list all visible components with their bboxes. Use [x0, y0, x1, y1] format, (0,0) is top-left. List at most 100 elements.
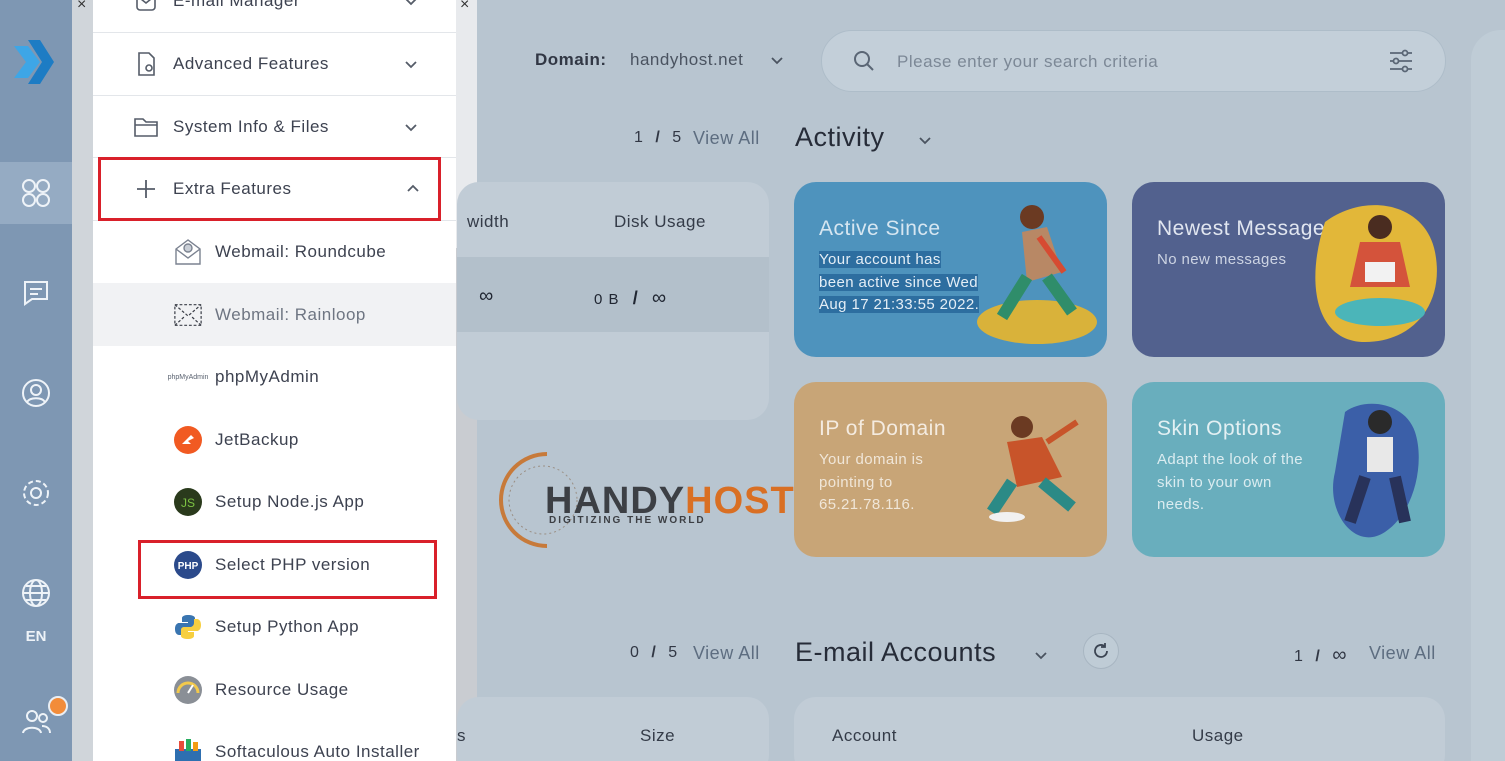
menu-item-label: Softaculous Auto Installer: [215, 742, 420, 761]
phpmyadmin-icon-text: phpMyAdmin: [167, 373, 209, 381]
usage-counter: 1 / 5: [634, 129, 682, 147]
email-counter: 1 / ∞: [1294, 644, 1348, 667]
brand-tagline: DIGITIZING THE WORLD: [549, 515, 706, 526]
menu-item-softaculous[interactable]: Softaculous Auto Installer: [93, 721, 456, 761]
folder-icon: [133, 114, 159, 140]
menu-item-phpmyadmin[interactable]: phpMyAdmin phpMyAdmin: [93, 346, 456, 408]
phone-user-illustration-icon: [1333, 403, 1419, 538]
advanced-file-icon: [133, 51, 159, 77]
jetbackup-icon: [173, 425, 203, 455]
close-x-icon[interactable]: ×: [77, 0, 86, 14]
col-account: Account: [832, 726, 897, 745]
notification-badge: [48, 696, 68, 716]
tile-title: Skin Options: [1157, 417, 1283, 440]
menu-item-webmail-roundcube[interactable]: Webmail: Roundcube: [93, 221, 456, 283]
usage-counter-total: 5: [672, 129, 683, 146]
mail-manager-icon: [133, 0, 159, 14]
tile-newest-message[interactable]: Newest Message No new messages: [1132, 182, 1445, 357]
chevron-down-icon[interactable]: [917, 132, 933, 148]
menu-item-label: Setup Python App: [215, 617, 360, 636]
domain-select[interactable]: handyhost.net: [630, 50, 743, 70]
databases-view-all-link[interactable]: View All: [693, 643, 760, 664]
roundcube-icon: [173, 237, 203, 267]
chevron-down-icon[interactable]: [769, 52, 785, 68]
language-code[interactable]: EN: [0, 628, 72, 645]
menu-item-setup-python[interactable]: Setup Python App: [93, 596, 456, 658]
python-icon: [173, 612, 203, 642]
tile-body-line: 65.21.78.116.: [819, 496, 915, 513]
menu-item-resource-usage[interactable]: Resource Usage: [93, 658, 456, 721]
pointing-person-illustration-icon: [987, 416, 1079, 522]
disk-limit: ∞: [651, 287, 668, 309]
highlight-select-php-version: [138, 540, 437, 599]
menu-item-jetbackup[interactable]: JetBackup: [93, 408, 456, 471]
tile-body-line: Adapt the look of the: [1157, 451, 1303, 468]
menu-item-label: Resource Usage: [215, 679, 349, 699]
tile-body-line: skin to your own: [1157, 473, 1272, 491]
menu-gutter: ×: [72, 0, 93, 761]
search-icon: [854, 51, 874, 71]
app-logo-icon[interactable]: [10, 36, 56, 88]
rail-item-messages[interactable]: [0, 262, 72, 324]
rail-item-account[interactable]: [0, 362, 72, 424]
tile-body-line: Your account has: [819, 251, 941, 268]
refresh-button[interactable]: [1083, 633, 1119, 669]
menu-section-system-info[interactable]: System Info & Files: [93, 96, 456, 158]
nodejs-icon-text: JS: [181, 496, 195, 510]
reader-illustration-icon: [1315, 205, 1437, 342]
menu-item-setup-nodejs[interactable]: JS Setup Node.js App: [93, 471, 456, 533]
col-usage: Usage: [1192, 726, 1244, 745]
refresh-icon: [1094, 643, 1108, 658]
nodejs-icon: JS: [173, 487, 203, 517]
tile-ip-of-domain[interactable]: IP of Domain Your domain is pointing to …: [794, 382, 1107, 557]
search-input[interactable]: Please enter your search criteria: [897, 52, 1158, 72]
tile-body-line: been active since Wed: [819, 273, 979, 291]
brand-logo: HANDYHOST DIGITIZING THE WORLD: [487, 450, 794, 550]
softaculous-icon: [173, 737, 203, 761]
col-size: Size: [640, 726, 676, 745]
chevron-down-icon: [405, 61, 417, 69]
search-bar[interactable]: Please enter your search criteria: [821, 30, 1446, 92]
close-x-icon[interactable]: ×: [460, 0, 469, 14]
email-accounts-title[interactable]: E-mail Accounts: [795, 637, 996, 668]
usage-card: width Disk Usage ∞ 0 B / ∞: [457, 182, 769, 420]
rail-item-dashboard[interactable]: [0, 162, 72, 224]
message-icon: [24, 281, 48, 306]
gauge-icon: [173, 675, 203, 705]
right-panel-edge: [1471, 30, 1505, 761]
col-databases: s: [457, 726, 466, 745]
menu-item-label: JetBackup: [215, 429, 299, 449]
rail-item-settings[interactable]: [0, 462, 72, 524]
bandwidth-value: ∞: [479, 285, 494, 307]
user-circle-icon: [22, 379, 50, 407]
tile-body-line: Your domain is: [819, 451, 924, 468]
email-counter-current: 1: [1294, 648, 1304, 665]
activity-title[interactable]: Activity: [795, 122, 885, 153]
email-view-all-link[interactable]: View All: [1369, 643, 1436, 664]
usage-row: ∞ 0 B / ∞: [457, 257, 769, 332]
highlight-extra-features: [98, 157, 441, 221]
rail-item-language[interactable]: [0, 562, 72, 624]
menu-item-label: Setup Node.js App: [215, 492, 365, 511]
domain-label: Domain:: [535, 50, 607, 69]
email-accounts-card: Account Usage: [794, 697, 1445, 761]
usage-counter-sep: /: [655, 129, 661, 146]
menu-item-label: Webmail: Rainloop: [215, 304, 366, 324]
grid-icon: [22, 179, 50, 207]
databases-counter-sep: /: [651, 644, 657, 661]
menu-item-webmail-rainloop[interactable]: Webmail: Rainloop: [93, 283, 456, 346]
rainloop-icon: [173, 300, 203, 330]
users-icon: [22, 710, 51, 734]
tile-skin-options[interactable]: Skin Options Adapt the look of the skin …: [1132, 382, 1445, 557]
menu-section-advanced-features[interactable]: Advanced Features: [93, 33, 456, 96]
menu-section-email-manager[interactable]: E-mail Manager: [93, 0, 456, 33]
menu-item-label: Webmail: Roundcube: [215, 242, 387, 261]
filter-sliders-icon[interactable]: [1388, 48, 1414, 74]
tile-active-since[interactable]: Active Since Your account has been activ…: [794, 182, 1107, 357]
usage-view-all-link[interactable]: View All: [693, 128, 760, 149]
menu-item-label: phpMyAdmin: [215, 367, 320, 386]
tile-body-line: Aug 17 21:33:55 2022.: [819, 296, 980, 313]
chevron-down-icon[interactable]: [1033, 647, 1049, 663]
main-content: Domain: handyhost.net Please enter your …: [457, 0, 1505, 761]
email-counter-sep: /: [1315, 648, 1321, 665]
